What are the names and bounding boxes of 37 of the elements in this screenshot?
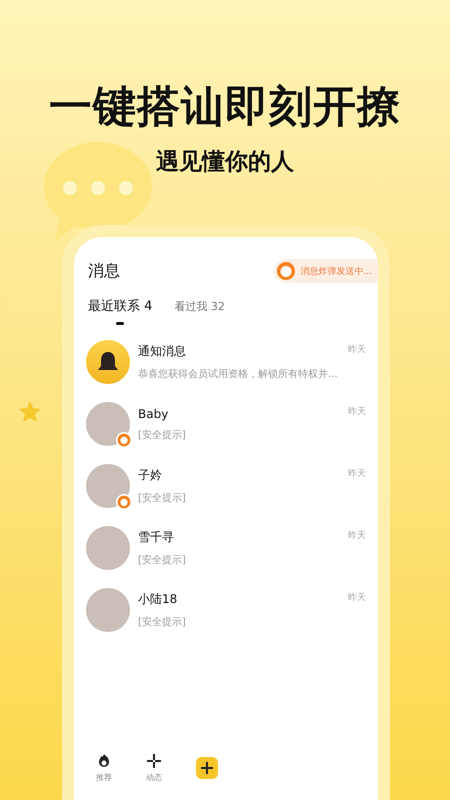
conversation-row[interactable]: 雪千寻 [安全提示] 昨天 <box>86 517 366 579</box>
ring-icon <box>276 261 296 281</box>
contact-name: 小陆18 <box>138 591 178 608</box>
add-button[interactable] <box>196 757 218 779</box>
tab[interactable]: 看过我 32 <box>174 297 225 325</box>
conversation-row[interactable]: Baby [安全提示] 昨天 <box>86 393 366 455</box>
message-time: 昨天 <box>348 406 366 418</box>
message-preview: [安全提示] <box>138 492 187 505</box>
subheadline: 遇见懂你的人 <box>156 148 294 177</box>
conversation-row[interactable]: 小陆18 [安全提示] 昨天 <box>86 579 366 641</box>
avatar-placeholder <box>86 464 130 508</box>
nav-item[interactable]: 推荐 <box>96 753 112 783</box>
contact-name: Baby <box>138 406 170 420</box>
conversation-row[interactable]: 通知消息 恭喜您获得会员试用资格，解锁所有特权并... 昨天 <box>86 331 366 393</box>
conversation-row[interactable]: 子妗 [安全提示] 昨天 <box>86 455 366 517</box>
message-preview: [安全提示] <box>138 554 187 567</box>
message-preview: 恭喜您获得会员试用资格，解锁所有特权并... <box>138 368 339 381</box>
tab[interactable]: 最近联系 4 <box>88 297 152 325</box>
avatar-placeholder <box>86 402 130 446</box>
message-time: 昨天 <box>348 344 366 356</box>
message-time: 昨天 <box>348 530 366 542</box>
message-preview: [安全提示] <box>138 616 187 629</box>
contact-name: 雪千寻 <box>138 529 175 546</box>
contact-name: 子妗 <box>138 467 163 484</box>
plus-icon <box>201 762 213 774</box>
avatar-placeholder <box>86 588 130 632</box>
avatar-placeholder <box>86 526 130 570</box>
flame-icon <box>96 753 112 769</box>
screen-title: 消息 <box>88 260 120 282</box>
message-preview: [安全提示] <box>138 428 187 442</box>
headline: 一键搭讪即刻开撩 <box>49 81 401 134</box>
contact-name: 通知消息 <box>138 343 187 360</box>
pinwheel-icon <box>146 753 162 769</box>
star-icon <box>18 400 42 422</box>
nav-item[interactable]: 动态 <box>146 753 162 783</box>
message-time: 昨天 <box>348 468 366 480</box>
message-time: 昨天 <box>348 592 366 604</box>
